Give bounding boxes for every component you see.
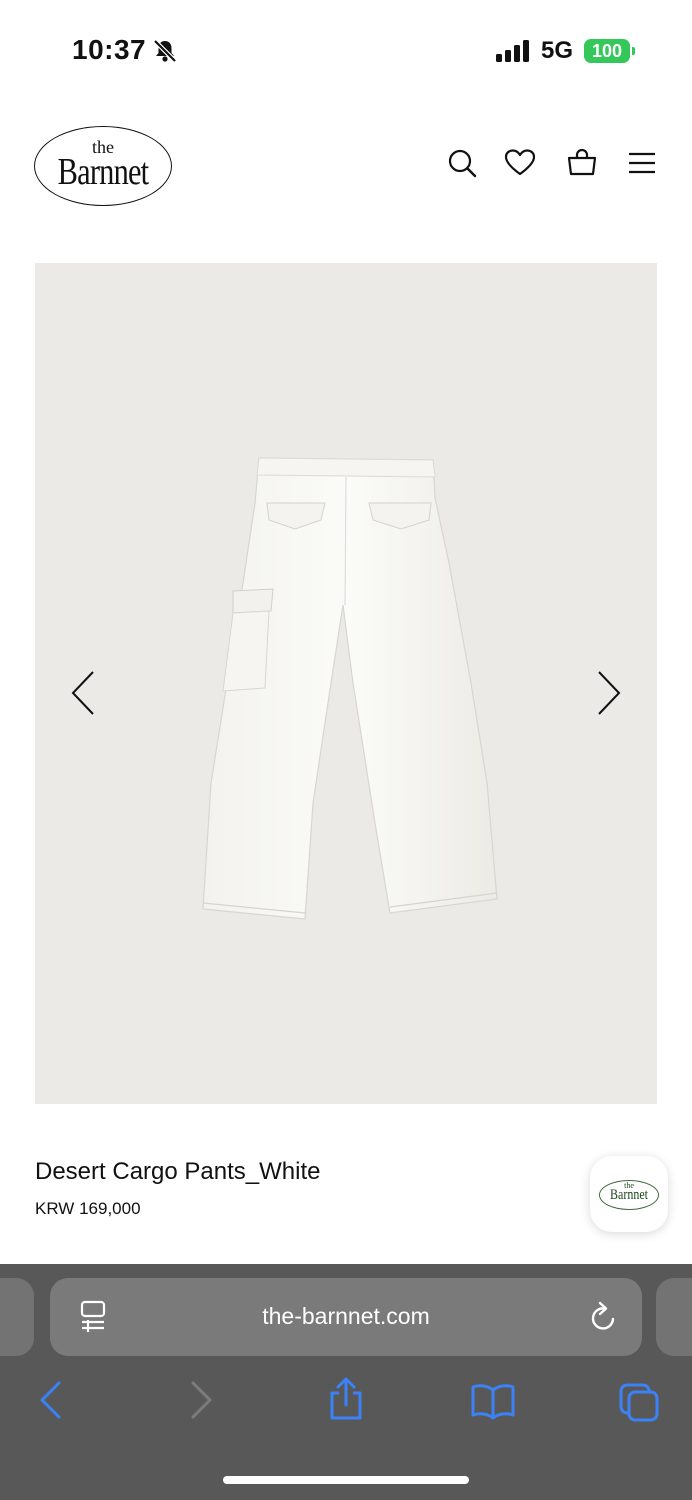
bookmarks-icon[interactable] [470,1382,516,1420]
url-text: the-barnnet.com [262,1303,430,1329]
site-logo[interactable]: the Barnnet [34,126,172,206]
product-price: KRW 169,000 [35,1199,141,1218]
share-icon[interactable] [326,1376,366,1422]
status-bar: 10:37 5G 100 [0,0,692,100]
forward-arrow-icon[interactable] [188,1380,214,1420]
battery-tip [632,47,635,55]
heart-icon[interactable] [504,147,536,179]
logo-large-text: Barnnet [57,151,149,193]
bag-icon[interactable] [566,147,598,179]
search-icon[interactable] [446,147,478,179]
product-name: Desert Cargo Pants_White [35,1158,321,1185]
product-image[interactable] [35,263,657,1104]
back-arrow-icon[interactable] [38,1380,64,1420]
chat-logo-large: Barnnet [610,1187,648,1203]
pants-illustration [202,457,498,920]
next-image-arrow[interactable] [594,670,624,716]
address-bar[interactable]: the-barnnet.com [50,1278,642,1356]
status-time: 10:37 [72,34,147,65]
battery-indicator: 100 [584,39,630,63]
previous-image-arrow[interactable] [68,670,98,716]
bell-slash-icon [153,39,177,63]
chat-button[interactable]: the Barnnet [590,1156,668,1232]
chat-logo: the Barnnet [599,1180,659,1210]
next-tab-preview[interactable] [656,1278,692,1356]
previous-tab-preview[interactable] [0,1278,34,1356]
reload-icon[interactable] [588,1300,618,1334]
signal-icon [496,40,529,62]
network-label: 5G [541,37,574,64]
home-indicator[interactable] [223,1476,469,1484]
menu-icon[interactable] [626,147,658,179]
browser-toolbar: the-barnnet.com [0,1264,692,1500]
tabs-icon[interactable] [618,1382,660,1422]
